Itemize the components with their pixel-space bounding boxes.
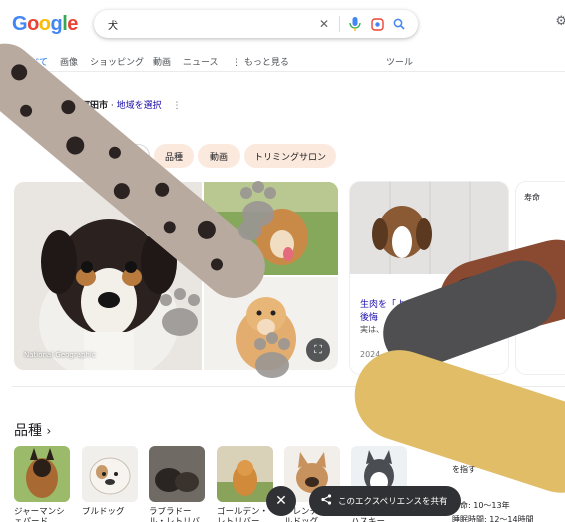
tab-news[interactable]: ニュース	[183, 55, 219, 68]
search-tabs: すべて 画像 ショッピング 動画 ニュース ⋮ もっと見る ツール	[0, 52, 565, 72]
chip-videos[interactable]: 動画	[198, 144, 240, 168]
article-title[interactable]: 生肉を「よかれと思っ…た主人の後悔	[360, 299, 500, 325]
breed-item[interactable]: ゴールデン・レトリバー	[217, 446, 273, 522]
share-label: このエクスペリエンスを共有	[338, 497, 448, 507]
golden-retriever-image	[217, 446, 273, 502]
breed-item[interactable]: ブルドッグ	[82, 446, 138, 522]
side-info-line1: を指す	[452, 465, 476, 474]
bulldog-image	[82, 446, 138, 502]
tab-videos[interactable]: 動画	[153, 55, 171, 68]
lifespan-card[interactable]: 寿命	[516, 182, 565, 374]
article-date: 2024	[360, 350, 381, 359]
news-icon: 📰	[10, 101, 20, 110]
image-expand-icon[interactable]: ⛶	[306, 338, 330, 362]
share-experience-button[interactable]: このエクスペリエンスを共有	[309, 486, 461, 516]
lifespan-card-title: 寿命	[524, 193, 540, 202]
google-logo[interactable]: Google	[12, 13, 78, 36]
close-button[interactable]: ✕	[266, 486, 296, 516]
chevron-right-icon: ›	[46, 424, 52, 438]
section-divider	[12, 386, 565, 387]
tab-more-label: もっと見る	[243, 58, 289, 68]
article-snippet: 実は、これ…	[360, 325, 408, 334]
google-search-page: Google 犬 ✕ ⚙ すべて 画像 ショッピング 動画 ニュース ⋮ もっと…	[0, 0, 565, 522]
location-separator: ·	[108, 101, 117, 111]
chip-images[interactable]: 画像	[100, 144, 150, 168]
search-box[interactable]: 犬 ✕	[94, 10, 418, 38]
tab-more[interactable]: ⋮ もっと見る	[232, 55, 289, 68]
article-source-label: 東洋経済オンライン	[23, 101, 96, 110]
settings-icon[interactable]: ⚙	[555, 14, 565, 29]
image-caption: National Geographic	[24, 351, 96, 359]
puppy-image-main[interactable]	[14, 182, 202, 370]
breed-name: ゴールデン・レトリバー	[217, 507, 269, 522]
breed-item[interactable]: ジャーマンシェパード	[14, 446, 70, 522]
share-icon	[321, 494, 332, 508]
search-input[interactable]: 犬	[108, 17, 313, 32]
tab-shopping[interactable]: ショッピング	[90, 55, 144, 68]
labrador-image	[149, 446, 205, 502]
chip-trimming-salon[interactable]: トリミングサロン	[244, 144, 336, 168]
tab-tools[interactable]: ツール	[386, 55, 413, 68]
breeds-heading-label: 品種	[14, 423, 42, 439]
side-info-sleep: 睡眠時間: 12～14時間	[452, 515, 534, 522]
lens-icon[interactable]	[366, 13, 388, 35]
article-card[interactable]	[350, 182, 508, 374]
select-region-link[interactable]: 地域を選択	[117, 101, 162, 111]
tab-all[interactable]: すべて	[22, 55, 48, 68]
puppy-image-top-right[interactable]	[204, 182, 338, 275]
more-options-icon[interactable]: ⋮	[173, 101, 182, 111]
article-source: 📰 東洋経済オンライン	[10, 100, 96, 111]
breed-name: ブルドッグ	[82, 507, 125, 517]
microphone-icon[interactable]	[344, 13, 366, 35]
chip-images-label: 画像	[122, 152, 141, 163]
more-icon: ⋮	[232, 58, 244, 68]
clear-icon[interactable]: ✕	[313, 13, 335, 35]
tab-images[interactable]: 画像	[60, 55, 78, 68]
breed-item[interactable]: ラブラドール・レトリバー	[149, 446, 205, 522]
breed-name: ラブラドール・レトリバー	[149, 507, 201, 522]
chip-breeds[interactable]: 品種	[154, 144, 194, 168]
beagle-image	[350, 182, 508, 274]
breed-name: ジャーマンシェパード	[14, 507, 65, 522]
breeds-heading[interactable]: 品種 ›	[14, 420, 51, 440]
search-icon[interactable]	[388, 13, 410, 35]
german-shepherd-image	[14, 446, 70, 502]
